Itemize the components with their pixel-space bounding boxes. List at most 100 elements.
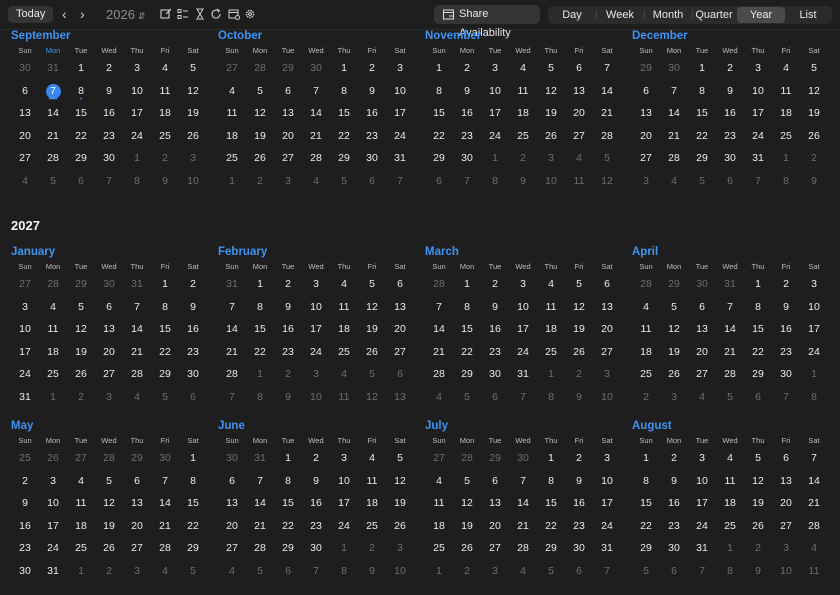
day-cell[interactable]: 11 <box>358 475 386 487</box>
day-cell[interactable]: 21 <box>151 520 179 532</box>
day-cell[interactable]: 5 <box>179 62 207 74</box>
day-cell[interactable]: 31 <box>716 278 744 290</box>
day-cell[interactable]: 27 <box>123 542 151 554</box>
day-cell[interactable]: 8 <box>453 301 481 313</box>
day-cell[interactable]: 30 <box>358 152 386 164</box>
day-cell[interactable]: 18 <box>716 497 744 509</box>
day-cell[interactable]: 7 <box>509 391 537 403</box>
day-cell[interactable]: 18 <box>425 520 453 532</box>
day-cell[interactable]: 21 <box>716 346 744 358</box>
chevron-right-icon[interactable]: › <box>80 5 85 23</box>
day-cell[interactable]: 18 <box>151 107 179 119</box>
day-cell[interactable]: 7 <box>386 175 414 187</box>
day-cell[interactable]: 17 <box>509 323 537 335</box>
day-cell[interactable]: 2 <box>660 452 688 464</box>
day-cell[interactable]: 21 <box>123 346 151 358</box>
day-cell[interactable]: 27 <box>425 452 453 464</box>
day-cell[interactable]: 6 <box>660 565 688 577</box>
day-cell[interactable]: 6 <box>123 475 151 487</box>
tab-list[interactable]: List <box>786 7 830 23</box>
day-cell[interactable]: 20 <box>95 346 123 358</box>
day-cell[interactable]: 14 <box>800 475 828 487</box>
day-cell[interactable]: 1 <box>632 452 660 464</box>
day-cell[interactable]: 1 <box>481 152 509 164</box>
day-cell[interactable]: 13 <box>688 323 716 335</box>
month-title[interactable]: December <box>632 30 688 42</box>
day-cell[interactable]: 30 <box>179 368 207 380</box>
day-cell[interactable]: 19 <box>453 520 481 532</box>
day-cell[interactable]: 14 <box>425 323 453 335</box>
day-cell[interactable]: 15 <box>453 323 481 335</box>
day-cell[interactable]: 8 <box>151 301 179 313</box>
day-cell[interactable]: 10 <box>179 175 207 187</box>
day-cell[interactable]: 16 <box>11 520 39 532</box>
day-cell[interactable]: 8 <box>744 301 772 313</box>
day-cell[interactable]: 16 <box>565 497 593 509</box>
day-cell[interactable]: 10 <box>386 565 414 577</box>
day-cell[interactable]: 1 <box>453 278 481 290</box>
day-cell[interactable]: 29 <box>425 152 453 164</box>
day-cell[interactable]: 9 <box>179 301 207 313</box>
day-cell[interactable]: 30 <box>95 152 123 164</box>
day-cell[interactable]: 4 <box>11 175 39 187</box>
day-cell[interactable]: 7 <box>95 175 123 187</box>
day-cell[interactable]: 7 <box>688 565 716 577</box>
day-cell[interactable]: 14 <box>123 323 151 335</box>
day-cell[interactable]: 31 <box>218 278 246 290</box>
day-cell[interactable]: 5 <box>39 175 67 187</box>
day-cell[interactable]: 15 <box>179 497 207 509</box>
day-cell[interactable]: 27 <box>481 542 509 554</box>
day-cell[interactable]: 19 <box>744 497 772 509</box>
day-cell[interactable]: 15 <box>151 323 179 335</box>
day-cell[interactable]: 19 <box>660 346 688 358</box>
day-cell[interactable]: 11 <box>772 85 800 97</box>
day-cell[interactable]: 26 <box>358 346 386 358</box>
day-cell[interactable]: 2 <box>274 368 302 380</box>
day-cell[interactable]: 23 <box>481 346 509 358</box>
day-cell[interactable]: 2 <box>453 565 481 577</box>
day-cell[interactable]: 15 <box>274 497 302 509</box>
day-cell[interactable]: 28 <box>123 368 151 380</box>
day-cell[interactable]: 30 <box>302 542 330 554</box>
day-cell[interactable]: 1 <box>67 62 95 74</box>
day-cell[interactable]: 7 <box>151 475 179 487</box>
day-cell[interactable]: 28 <box>151 542 179 554</box>
day-cell[interactable]: 1 <box>330 62 358 74</box>
day-cell[interactable]: 31 <box>39 62 67 74</box>
day-cell[interactable]: 14 <box>593 85 621 97</box>
day-cell[interactable]: 10 <box>593 475 621 487</box>
day-cell[interactable]: 29 <box>660 278 688 290</box>
day-cell[interactable]: 30 <box>660 542 688 554</box>
day-cell[interactable]: 18 <box>772 107 800 119</box>
day-cell[interactable]: 16 <box>274 323 302 335</box>
day-cell[interactable]: 6 <box>218 475 246 487</box>
day-cell[interactable]: 23 <box>302 520 330 532</box>
day-cell[interactable]: 25 <box>11 452 39 464</box>
day-cell[interactable]: 3 <box>302 278 330 290</box>
day-cell[interactable]: 9 <box>772 301 800 313</box>
day-cell[interactable]: 4 <box>660 175 688 187</box>
day-cell[interactable]: 18 <box>537 323 565 335</box>
month-title[interactable]: October <box>218 30 262 42</box>
day-cell[interactable]: 9 <box>481 301 509 313</box>
tab-week[interactable]: Week <box>598 7 642 23</box>
day-cell[interactable]: 2 <box>358 542 386 554</box>
day-cell[interactable]: 4 <box>330 368 358 380</box>
gear-icon[interactable] <box>243 6 257 22</box>
day-cell[interactable]: 4 <box>772 62 800 74</box>
day-cell[interactable]: 29 <box>481 452 509 464</box>
day-cell[interactable]: 1 <box>246 368 274 380</box>
day-cell[interactable]: 4 <box>358 452 386 464</box>
day-cell[interactable]: 6 <box>632 85 660 97</box>
day-cell[interactable]: 6 <box>481 475 509 487</box>
day-cell[interactable]: 31 <box>123 278 151 290</box>
day-cell[interactable]: 3 <box>509 278 537 290</box>
day-cell[interactable]: 2 <box>67 391 95 403</box>
day-cell[interactable]: 28 <box>39 278 67 290</box>
day-cell[interactable]: 2 <box>179 278 207 290</box>
day-cell[interactable]: 17 <box>302 323 330 335</box>
day-cell[interactable]: 4 <box>537 278 565 290</box>
day-cell[interactable]: 29 <box>688 152 716 164</box>
day-cell[interactable]: 13 <box>11 107 39 119</box>
year-selector[interactable]: 2026 ⇵ <box>106 6 145 25</box>
